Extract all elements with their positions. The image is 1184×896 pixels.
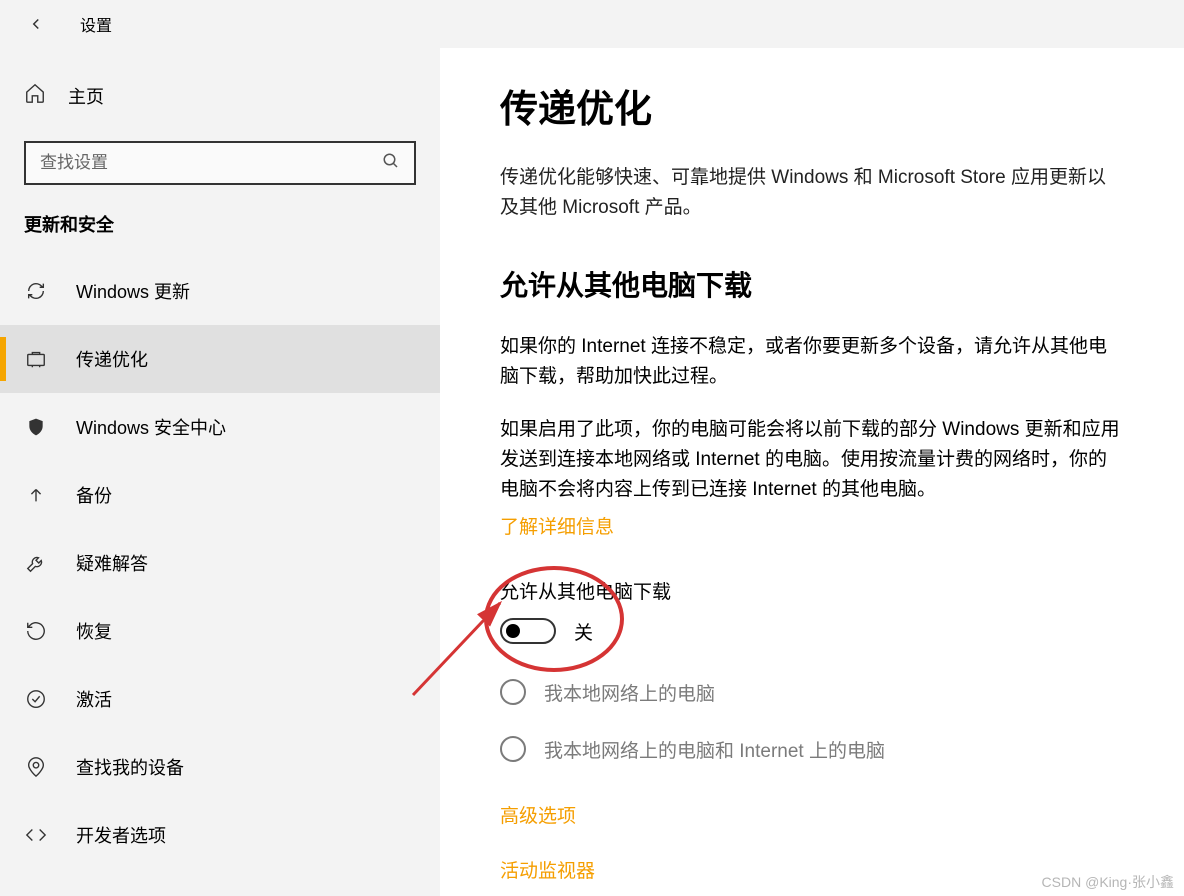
sidebar-item-label: Windows 更新 (76, 278, 190, 304)
sidebar-item-label: 激活 (76, 686, 112, 712)
sidebar-item-label: 开发者选项 (76, 822, 166, 848)
sidebar-item-label: Windows 安全中心 (76, 414, 226, 440)
header-title: 设置 (80, 12, 112, 36)
radio-local-network: 我本地网络上的电脑 (500, 679, 1124, 706)
developer-icon (24, 824, 48, 846)
home-icon (24, 82, 48, 109)
section-title: 允许从其他电脑下载 (500, 264, 1124, 304)
radio-icon (500, 736, 526, 762)
home-label: 主页 (68, 83, 104, 109)
find-icon (24, 756, 48, 778)
delivery-icon (24, 348, 48, 370)
radio-label-1: 我本地网络上的电脑 (544, 679, 715, 706)
sync-icon (24, 280, 48, 302)
sidebar-item-activation[interactable]: 激活 (0, 665, 440, 733)
toggle-state: 关 (574, 618, 593, 645)
page-title: 传递优化 (500, 78, 1124, 133)
sidebar-item-sync[interactable]: Windows 更新 (0, 257, 440, 325)
home-button[interactable]: 主页 (0, 72, 440, 119)
sidebar-item-label: 疑难解答 (76, 550, 148, 576)
page-description: 传递优化能够快速、可靠地提供 Windows 和 Microsoft Store… (500, 163, 1124, 224)
troubleshoot-icon (24, 552, 48, 574)
sidebar-item-delivery[interactable]: 传递优化 (0, 325, 440, 393)
section-para2: 如果启用了此项，你的电脑可能会将以前下载的部分 Windows 更新和应用发送到… (500, 415, 1124, 506)
sidebar-item-label: 查找我的设备 (76, 754, 184, 780)
toggle-label-row: 允许从其他电脑下载 (500, 577, 1124, 604)
download-toggle[interactable] (500, 618, 556, 644)
app-header: 设置 (0, 0, 1184, 48)
sidebar-item-find[interactable]: 查找我的设备 (0, 733, 440, 801)
learn-more-link[interactable]: 了解详细信息 (500, 512, 614, 539)
sidebar-item-label: 传递优化 (76, 346, 148, 372)
section-para1: 如果你的 Internet 连接不稳定，或者你要更新多个设备，请允许从其他电脑下… (500, 332, 1124, 393)
sidebar-item-label: 恢复 (76, 618, 112, 644)
radio-icon (500, 679, 526, 705)
sidebar-item-troubleshoot[interactable]: 疑难解答 (0, 529, 440, 597)
back-button[interactable] (22, 10, 50, 38)
sidebar-item-developer[interactable]: 开发者选项 (0, 801, 440, 869)
search-icon (382, 152, 400, 175)
radio-label-2: 我本地网络上的电脑和 Internet 上的电脑 (544, 736, 885, 763)
activity-monitor-link[interactable]: 活动监视器 (500, 856, 1124, 883)
sidebar-item-backup[interactable]: 备份 (0, 461, 440, 529)
sidebar-item-recovery[interactable]: 恢复 (0, 597, 440, 665)
recovery-icon (24, 620, 48, 642)
search-box[interactable] (24, 141, 416, 185)
advanced-options-link[interactable]: 高级选项 (500, 801, 1124, 828)
watermark: CSDN @King·张小鑫 (1042, 872, 1174, 892)
sidebar: 主页 更新和安全 Windows 更新传递优化 Windows 安全中心备份疑难解… (0, 48, 440, 896)
backup-icon (24, 484, 48, 506)
activation-icon (24, 688, 48, 710)
radio-local-and-internet: 我本地网络上的电脑和 Internet 上的电脑 (500, 736, 1124, 763)
main-content: 传递优化 传递优化能够快速、可靠地提供 Windows 和 Microsoft … (440, 48, 1184, 896)
sidebar-item-label: 备份 (76, 482, 112, 508)
sidebar-item-shield[interactable]: Windows 安全中心 (0, 393, 440, 461)
shield-icon (24, 416, 48, 438)
search-input[interactable] (26, 153, 382, 173)
sidebar-group-title: 更新和安全 (0, 211, 440, 257)
